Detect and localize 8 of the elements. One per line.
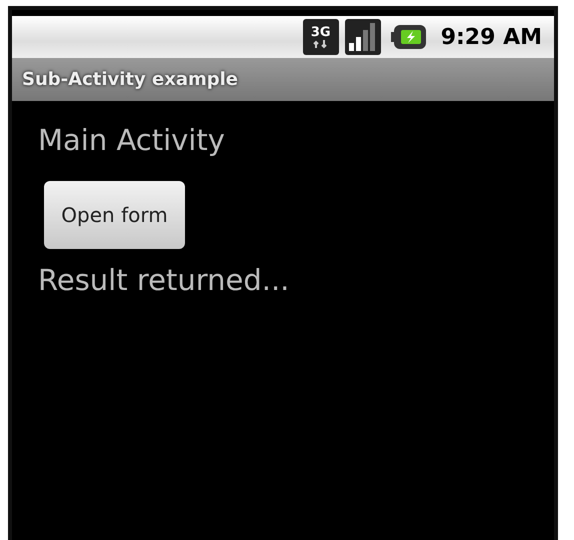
heading-text: Main Activity	[38, 123, 226, 157]
app-title: Sub-Activity example	[22, 69, 238, 90]
signal-icon	[344, 19, 381, 55]
battery-icon	[390, 24, 427, 50]
network-icon: 3G	[302, 19, 339, 55]
open-form-button[interactable]: Open form	[44, 181, 185, 249]
clock-time: 9:29 AM	[440, 24, 542, 50]
result-text: Result returned...	[38, 263, 290, 297]
